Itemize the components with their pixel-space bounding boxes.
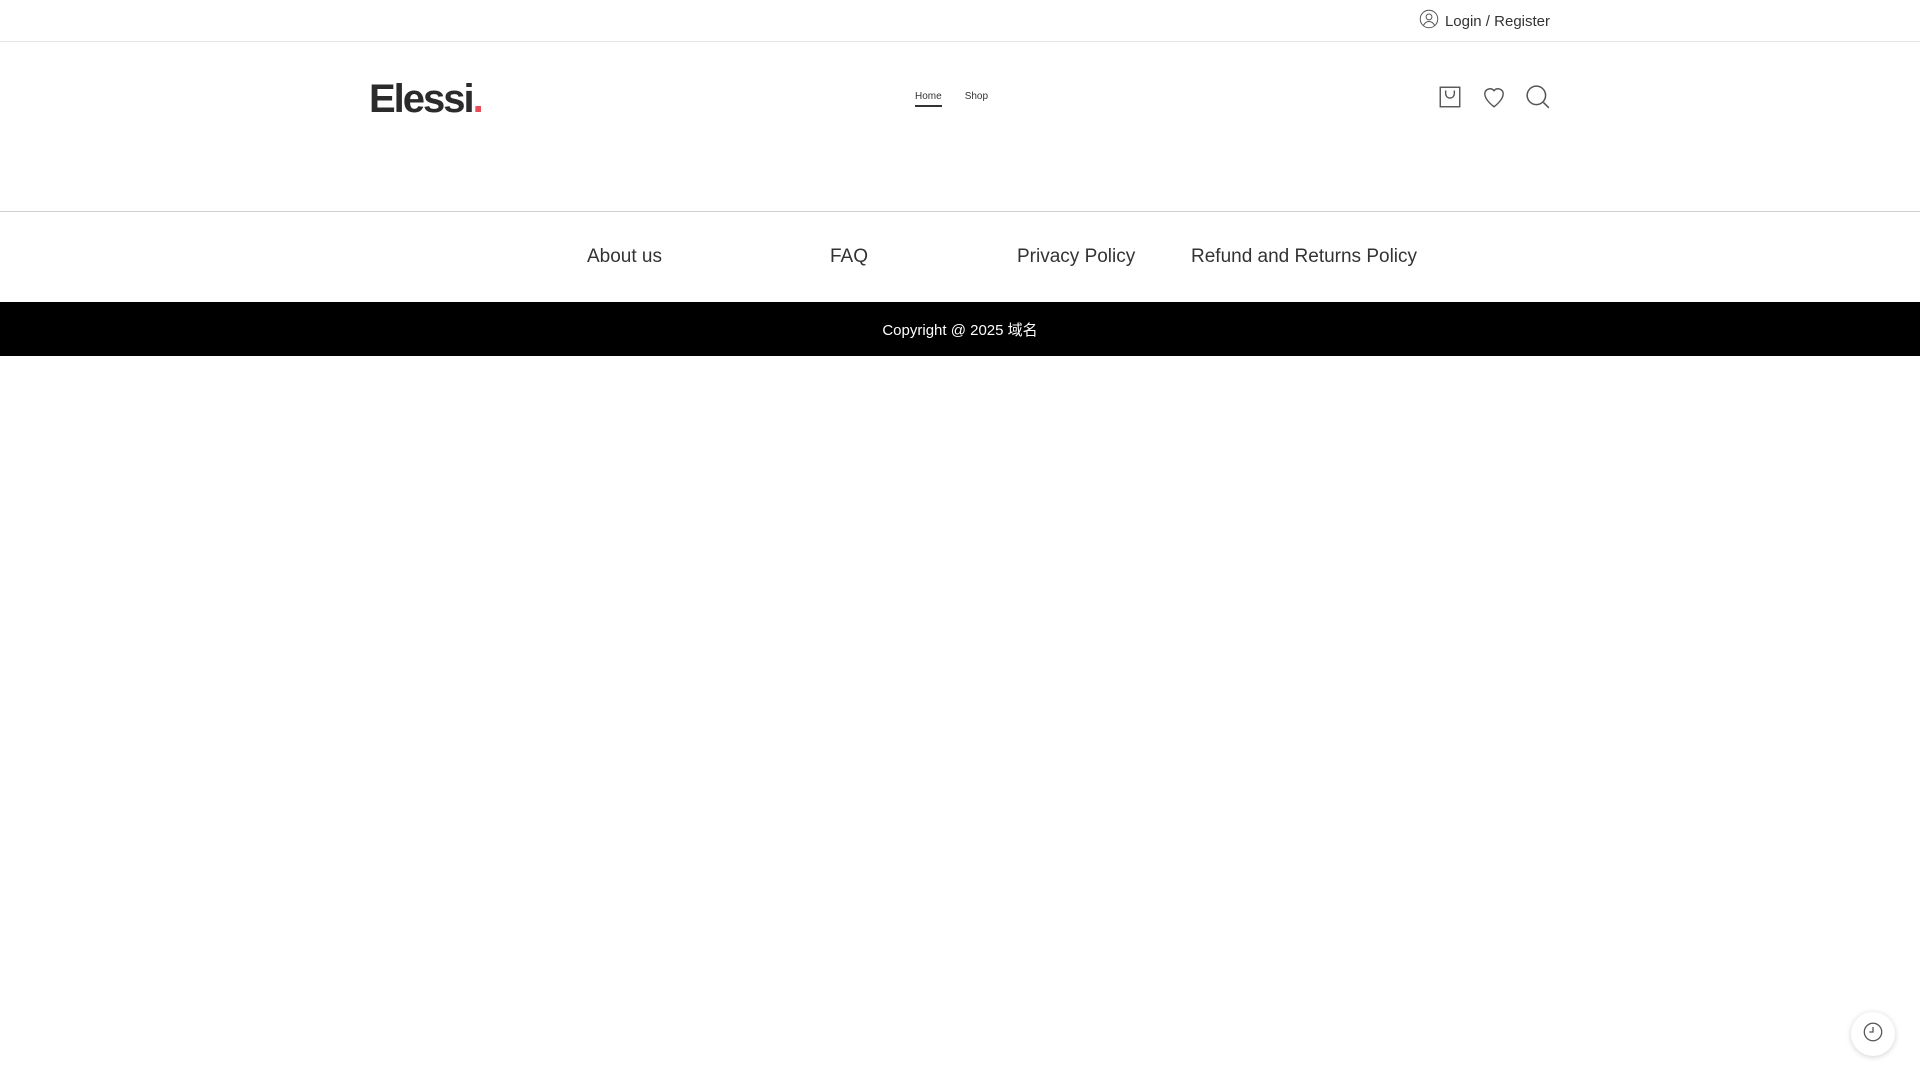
heart-icon[interactable]	[1480, 83, 1508, 111]
user-icon	[1419, 9, 1439, 33]
copyright-text: Copyright @ 2025 域名	[882, 321, 1038, 339]
copyright-bar: Copyright @ 2025 域名	[0, 302, 1920, 356]
logo-dot: .	[472, 77, 484, 121]
footer-links: About us FAQ Privacy Policy Refund and R…	[0, 213, 1920, 302]
footer-link-about-us[interactable]: About us	[587, 246, 662, 268]
top-bar: Login / Register	[0, 0, 1920, 42]
main-nav: Home Shop	[915, 91, 988, 107]
site-logo[interactable]: Elessi.	[369, 77, 484, 122]
search-icon[interactable]	[1524, 83, 1552, 111]
login-register-link[interactable]: Login / Register	[1419, 9, 1550, 33]
logo-text: Elessi	[369, 77, 475, 121]
cart-icon[interactable]	[1436, 83, 1464, 111]
history-clock-icon	[1862, 1021, 1884, 1048]
site-header: Elessi. Home Shop	[0, 42, 1920, 212]
footer-link-faq[interactable]: FAQ	[830, 246, 868, 268]
history-button[interactable]	[1851, 1012, 1895, 1056]
footer-link-privacy-policy[interactable]: Privacy Policy	[1017, 246, 1135, 268]
header-icons	[1436, 83, 1552, 111]
footer-link-refund-returns[interactable]: Refund and Returns Policy	[1191, 246, 1417, 268]
nav-item-shop[interactable]: Shop	[965, 91, 988, 106]
login-register-label: Login / Register	[1444, 12, 1550, 30]
nav-item-home[interactable]: Home	[915, 91, 942, 107]
